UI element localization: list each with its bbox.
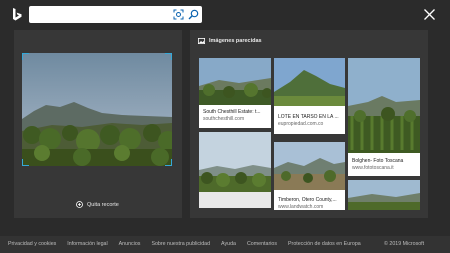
footer-link-about-ads[interactable]: Sobre nuestra publicidad xyxy=(151,241,210,247)
query-image-panel: Quita recorte xyxy=(14,30,182,218)
search-input[interactable] xyxy=(33,8,168,21)
result-card[interactable]: Timberon, Otero County,... www.landwatch… xyxy=(274,142,345,210)
footer-link-data-protection[interactable]: Protección de datos en Europa xyxy=(288,241,361,247)
footer-links: Privacidad y cookies Información legal A… xyxy=(8,241,361,247)
remove-crop-icon xyxy=(76,201,83,208)
crop-handle-top-right[interactable] xyxy=(165,53,172,60)
similar-images-panel: Imágenes parecidas South Chesthill Estat… xyxy=(190,30,428,218)
result-image xyxy=(274,142,345,190)
visual-search-icon[interactable] xyxy=(173,9,184,20)
result-card[interactable] xyxy=(199,132,271,208)
result-image xyxy=(348,180,420,210)
result-card[interactable] xyxy=(348,180,420,210)
result-card[interactable]: LOTE EN TARSO EN LA ... eupropiedad.com.… xyxy=(274,58,345,134)
result-source: www.fototoscana.it xyxy=(352,165,394,171)
result-source: southchesthill.com xyxy=(203,116,245,122)
footer-link-help[interactable]: Ayuda xyxy=(221,241,236,247)
crop-handle-top-left[interactable] xyxy=(22,53,29,60)
crop-handle-bottom-left[interactable] xyxy=(22,159,29,166)
bing-logo-icon[interactable] xyxy=(12,8,22,22)
result-caption: LOTE EN TARSO EN LA ... xyxy=(278,114,339,120)
close-icon[interactable] xyxy=(423,8,436,21)
image-icon xyxy=(198,38,205,44)
result-caption: Timberon, Otero County,... xyxy=(278,197,337,203)
result-image xyxy=(199,58,271,105)
footer-link-ads[interactable]: Anuncios xyxy=(119,241,141,247)
footer-link-legal[interactable]: Información legal xyxy=(67,241,107,247)
copyright: © 2019 Microsoft xyxy=(384,241,425,247)
result-caption: Bolghen- Foto Toscana xyxy=(352,158,404,164)
search-box xyxy=(29,6,202,23)
remove-crop-label: Quita recorte xyxy=(87,201,119,208)
search-icon[interactable] xyxy=(188,9,199,20)
result-card[interactable]: Bolghen- Foto Toscana www.fototoscana.it xyxy=(348,58,420,176)
result-image xyxy=(348,58,420,153)
result-caption: South Chesthill Estate: t... xyxy=(203,109,261,115)
footer-link-feedback[interactable]: Comentarios xyxy=(247,241,277,247)
similar-images-header: Imágenes parecidas xyxy=(198,38,262,44)
result-source: eupropiedad.com.co xyxy=(278,121,324,127)
remove-crop-button[interactable]: Quita recorte xyxy=(76,201,119,208)
query-image-crop[interactable] xyxy=(22,53,172,166)
crop-handle-bottom-right[interactable] xyxy=(165,159,172,166)
result-source: www.landwatch.com xyxy=(278,204,324,210)
top-bar xyxy=(0,0,450,28)
similar-images-title: Imágenes parecidas xyxy=(209,38,262,44)
result-card[interactable]: South Chesthill Estate: t... southchesth… xyxy=(199,58,271,128)
result-image xyxy=(274,58,345,106)
query-image xyxy=(22,53,172,166)
footer-link-privacy[interactable]: Privacidad y cookies xyxy=(8,241,56,247)
result-image xyxy=(199,132,271,208)
footer: Privacidad y cookies Información legal A… xyxy=(0,236,450,253)
